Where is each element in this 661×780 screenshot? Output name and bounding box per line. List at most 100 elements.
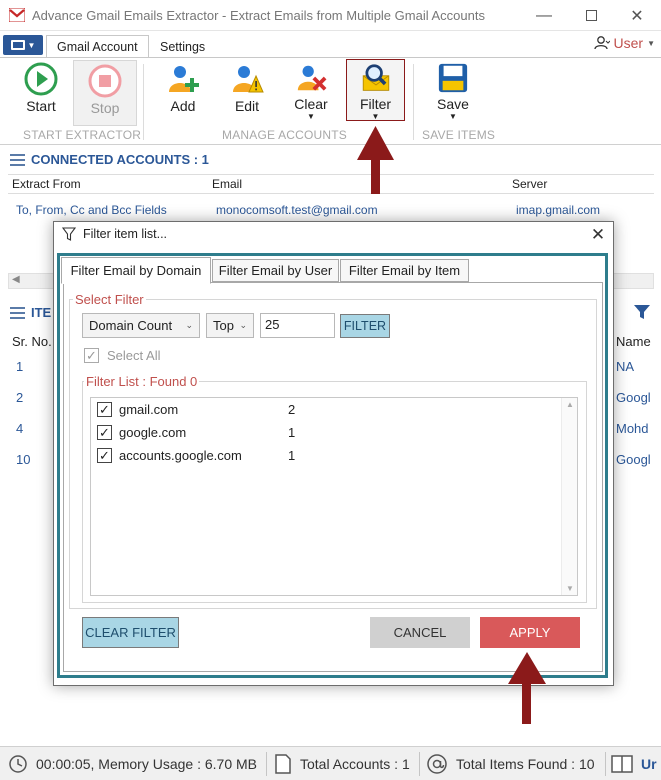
connected-accounts-heading: CONNECTED ACCOUNTS : 1	[10, 152, 209, 167]
stop-button[interactable]: Stop	[73, 60, 137, 126]
status-timer: 00:00:05, Memory Usage : 6.70 MB	[8, 750, 257, 778]
item-name: Googl	[616, 390, 651, 405]
play-icon	[24, 62, 58, 96]
clock-icon	[9, 755, 27, 773]
close-button[interactable]: ✕	[614, 0, 660, 31]
checkmark-icon[interactable]: ✓	[97, 425, 112, 440]
document-icon	[275, 754, 291, 774]
select-all-label: Select All	[107, 348, 161, 363]
arrow-up-icon	[508, 652, 546, 684]
account-server: imap.gmail.com	[516, 203, 601, 217]
chevron-down-icon: ⌄	[185, 320, 193, 330]
chevron-down-icon: ▼	[27, 40, 36, 50]
counter-icon	[611, 755, 633, 773]
apply-button[interactable]: APPLY	[480, 617, 580, 648]
status-divider	[605, 752, 606, 776]
account-email: monocomsoft.test@gmail.com	[216, 203, 378, 217]
tab-gmail-account[interactable]: Gmail Account	[46, 35, 149, 58]
close-icon: ✕	[630, 7, 644, 25]
minimize-button[interactable]: —	[521, 0, 567, 31]
item-sr-no: 10	[16, 452, 31, 467]
status-items-found: Total Items Found : 10	[426, 750, 595, 778]
maximize-button[interactable]	[568, 0, 614, 31]
tab-settings[interactable]: Settings	[150, 35, 215, 58]
list-item[interactable]: ✓ gmail.com 2	[97, 401, 297, 421]
column-header-extract-from[interactable]: Extract From	[12, 177, 81, 191]
chevron-down-icon: ▼	[566, 584, 574, 593]
checkmark-icon[interactable]: ✓	[97, 448, 112, 463]
list-icon	[10, 153, 25, 166]
minimize-icon: —	[536, 6, 552, 24]
account-extract-from: To, From, Cc and Bcc Fields	[16, 203, 167, 217]
filter-order-select[interactable]: Top ⌄	[206, 313, 254, 338]
app-menu-button[interactable]: ▼	[3, 35, 43, 55]
start-button[interactable]: Start	[14, 62, 68, 120]
item-name: NA	[616, 359, 635, 374]
filter-value-input[interactable]: 25	[260, 313, 335, 338]
item-sr-no: 4	[16, 421, 24, 436]
domain-list-scrollbar[interactable]: ▲ ▼	[561, 398, 577, 595]
chevron-down-icon: ▼	[449, 112, 457, 121]
user-icon	[593, 36, 610, 50]
monitor-icon	[10, 40, 25, 50]
chevron-down-icon: ▼	[647, 38, 655, 48]
chevron-up-icon: ▲	[566, 400, 574, 409]
table-row[interactable]: To, From, Cc and Bcc Fields monocomsoft.…	[8, 199, 654, 221]
filter-type-select[interactable]: Domain Count ⌄	[82, 313, 200, 338]
status-extra-text: Ur	[641, 756, 657, 772]
save-floppy-icon	[438, 63, 468, 93]
column-header-server[interactable]: Server	[512, 177, 547, 191]
filter-button[interactable]: Filter ▼	[346, 59, 405, 121]
select-all-checkbox[interactable]: ✓ Select All	[84, 348, 160, 363]
filter-label: Filter	[359, 96, 392, 112]
edit-account-button[interactable]: Edit	[224, 62, 270, 120]
dialog-close-button[interactable]: ✕	[586, 224, 610, 246]
filter-funnel-icon[interactable]	[633, 303, 651, 321]
items-heading: ITE	[10, 305, 51, 320]
column-header-sr-no[interactable]: Sr. No.	[12, 334, 52, 349]
funnel-icon	[62, 227, 76, 241]
chevron-down-icon: ⌄	[239, 320, 247, 330]
window-title: Advance Gmail Emails Extractor - Extract…	[32, 8, 485, 23]
column-header-email[interactable]: Email	[212, 177, 242, 191]
gmail-logo-icon	[9, 8, 25, 22]
clear-accounts-button[interactable]: Clear ▼	[288, 62, 334, 121]
list-item[interactable]: ✓ google.com 1	[97, 424, 297, 444]
close-icon: ✕	[590, 225, 606, 244]
add-user-icon	[169, 66, 199, 92]
domain-name: gmail.com	[119, 402, 179, 417]
column-header-name[interactable]: Name	[616, 334, 651, 349]
tab-filter-by-domain[interactable]: Filter Email by Domain	[61, 257, 211, 284]
stop-label: Stop	[90, 100, 120, 116]
domain-count: 2	[288, 402, 296, 417]
chevron-down-icon: ▼	[307, 112, 315, 121]
start-extractor-group-label: START EXTRACTOR	[23, 128, 142, 142]
checkmark-icon: ✓	[84, 348, 99, 363]
filter-type-value: Domain Count	[89, 318, 173, 333]
filter-apply-small-button[interactable]: FILTER	[340, 314, 390, 338]
status-accounts-text: Total Accounts : 1	[300, 756, 410, 772]
arrow-up-icon	[357, 126, 394, 160]
checkmark-icon[interactable]: ✓	[97, 402, 112, 417]
clear-filter-button[interactable]: CLEAR FILTER	[82, 617, 179, 648]
annotation-arrow-filter	[371, 158, 380, 194]
connected-accounts-title: CONNECTED ACCOUNTS : 1	[31, 152, 209, 167]
cancel-button[interactable]: CANCEL	[370, 617, 470, 648]
clear-label: Clear	[294, 96, 328, 112]
maximize-icon	[585, 10, 597, 21]
magnifier-email-icon	[362, 64, 389, 91]
remove-user-icon	[297, 65, 327, 91]
add-account-button[interactable]: Add	[160, 62, 206, 120]
status-accounts: Total Accounts : 1	[274, 750, 410, 778]
dialog-title-bar: Filter item list...	[62, 227, 167, 241]
filter-order-value: Top	[213, 318, 234, 333]
edit-user-icon	[233, 66, 264, 93]
status-divider	[419, 752, 420, 776]
save-items-button[interactable]: Save ▼	[430, 62, 476, 121]
user-menu[interactable]: User ▼	[593, 35, 655, 51]
tab-filter-by-item[interactable]: Filter Email by Item	[340, 259, 469, 282]
list-item[interactable]: ✓ accounts.google.com 1	[97, 447, 297, 467]
list-icon	[10, 306, 25, 319]
tab-filter-by-user[interactable]: Filter Email by User	[212, 259, 339, 282]
chevron-left-icon: ◀	[12, 274, 20, 285]
